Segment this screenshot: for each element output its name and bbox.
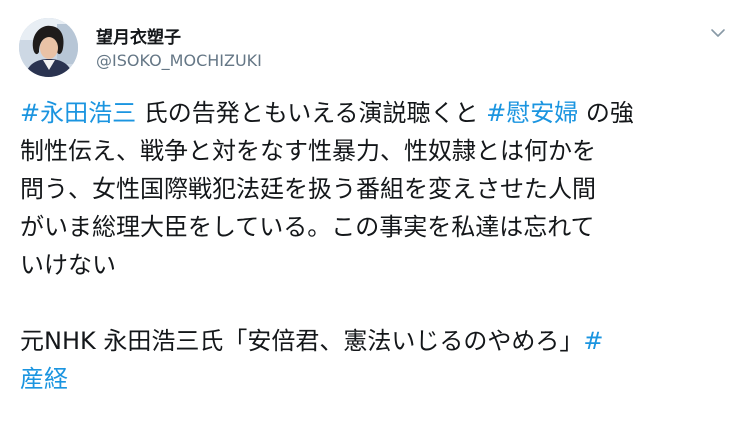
author-display-name[interactable]: 望月衣塑子 — [96, 23, 181, 48]
tweet-text-segment: の強 — [578, 99, 634, 127]
profile-photo-icon — [19, 18, 78, 77]
tweet-text-segment: 元NHK 永田浩三氏「安倍君、憲法いじるのやめろ」 — [20, 327, 584, 355]
hashtag-link-end[interactable]: 産経 — [20, 365, 68, 393]
tweet-line-2: 制性伝え、戦争と対をなす性暴力、性奴隷とは何かを — [20, 137, 596, 165]
tweet-menu-button[interactable] — [707, 22, 729, 44]
author-handle[interactable]: @ISOKO_MOCHIZUKI — [96, 51, 262, 70]
tweet-line-6: 元NHK 永田浩三氏「安倍君、憲法いじるのやめろ」# — [20, 322, 732, 360]
hashtag-link[interactable]: #慰安婦 — [486, 99, 578, 127]
chevron-down-icon — [711, 29, 725, 37]
tweet-text: #永田浩三 氏の告発ともいえる演説聴くと #慰安婦 の強 制性伝え、戦争と対をな… — [20, 94, 732, 398]
tweet-line-7: 産経 — [20, 360, 732, 398]
paragraph-break — [20, 284, 732, 322]
tweet-card: 望月衣塑子 @ISOKO_MOCHIZUKI #永田浩三 氏の告発ともいえる演説… — [0, 0, 752, 425]
tweet-line-4: がいま総理大臣をしている。この事実を私達は忘れて — [20, 213, 595, 241]
hashtag-link[interactable]: #永田浩三 — [20, 99, 136, 127]
tweet-line-5: いけない — [20, 251, 116, 279]
tweet-text-segment: 氏の告発ともいえる演説聴くと — [136, 99, 487, 127]
avatar[interactable] — [19, 18, 78, 77]
tweet-line-1: #永田浩三 氏の告発ともいえる演説聴くと #慰安婦 の強 — [20, 94, 732, 132]
tweet-line-3: 問う、女性国際戦犯法廷を扱う番組を変えさせた人間 — [20, 175, 596, 203]
hashtag-link-start[interactable]: # — [583, 327, 603, 355]
